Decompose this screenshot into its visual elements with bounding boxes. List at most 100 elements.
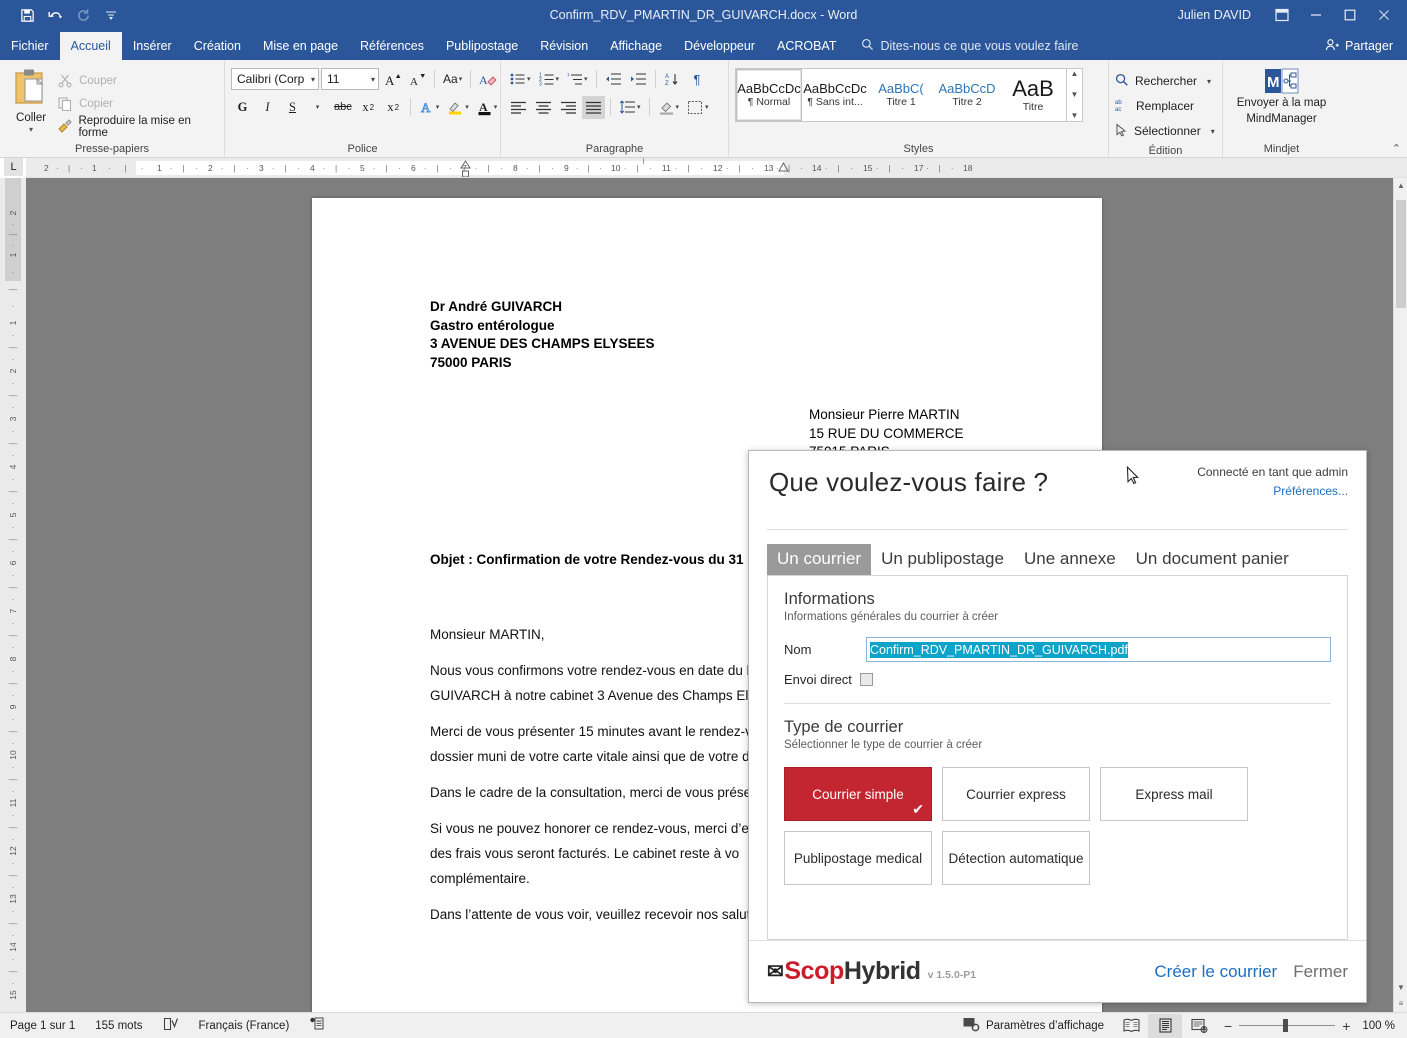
language-indicator[interactable]: Français (France) <box>189 1013 300 1038</box>
borders-icon[interactable]: ▾ <box>684 96 712 119</box>
type-option-express-mail[interactable]: Express mail <box>1100 767 1248 821</box>
text-effects-icon[interactable]: A ▾ <box>416 96 443 119</box>
undo-icon[interactable] <box>42 3 68 27</box>
tab-acrobat[interactable]: ACROBAT <box>766 32 848 60</box>
dialog-tab-un-document-panier[interactable]: Un document panier <box>1126 544 1299 575</box>
font-name-chevron-down-icon[interactable]: ▾ <box>311 75 315 84</box>
dialog-tab-un-publipostage[interactable]: Un publipostage <box>871 544 1014 575</box>
zoom-slider[interactable]: − + <box>1216 1019 1358 1033</box>
paste-button[interactable]: Coller ▾ <box>6 64 56 134</box>
type-option-courrier-express[interactable]: Courrier express <box>942 767 1090 821</box>
more-styles-icon[interactable]: ▼ <box>1071 112 1079 120</box>
align-center-icon[interactable] <box>532 96 555 119</box>
tab-references[interactable]: Références <box>349 32 435 60</box>
style-titre[interactable]: AaB Titre <box>1000 69 1066 121</box>
grow-font-icon[interactable]: A <box>381 68 404 91</box>
change-case-button[interactable]: Aa ▾ <box>440 68 465 91</box>
style-normal[interactable]: AaBbCcDc ¶ Normal <box>736 69 802 121</box>
tab-inserer[interactable]: Insérer <box>122 32 183 60</box>
italic-button[interactable]: I <box>256 96 279 119</box>
print-layout-view-button[interactable] <box>1148 1013 1183 1038</box>
preferences-link[interactable]: Préférences... <box>1197 484 1348 498</box>
numbering-icon[interactable]: 1 2 3 ▾ <box>536 68 563 91</box>
zoom-in-button[interactable]: + <box>1342 1019 1350 1033</box>
ribbon-display-options-icon[interactable] <box>1265 0 1299 30</box>
line-spacing-icon[interactable]: ▾ <box>616 96 644 119</box>
direct-send-checkbox[interactable] <box>859 673 873 686</box>
font-name-combo[interactable]: Calibri (Corp ▾ <box>231 68 319 90</box>
right-indent-marker[interactable] <box>778 162 789 172</box>
display-settings[interactable]: Paramètres d’affichage <box>953 1013 1114 1038</box>
tab-creation[interactable]: Création <box>183 32 252 60</box>
scroll-down-icon[interactable]: ▼ <box>1394 980 1407 996</box>
font-color-icon[interactable]: A ▾ <box>474 96 501 119</box>
replace-button[interactable]: ab ac Remplacer <box>1115 94 1215 118</box>
scroll-up-icon[interactable]: ▲ <box>1394 178 1407 194</box>
shading-icon[interactable]: ▾ <box>655 96 683 119</box>
show-formatting-marks-icon[interactable]: ¶ <box>686 68 709 91</box>
name-input[interactable]: Confirm_RDV_PMARTIN_DR_GUIVARCH.pdf <box>866 637 1331 662</box>
zoom-level-label[interactable]: 100 % <box>1358 1020 1407 1032</box>
zoom-knob[interactable] <box>1283 1019 1289 1032</box>
bold-button[interactable]: G <box>231 96 254 119</box>
macro-recording[interactable] <box>299 1013 334 1038</box>
customize-qat-chevron-down-icon[interactable] <box>98 3 124 27</box>
create-courrier-button[interactable]: Créer le courrier <box>1154 962 1277 982</box>
tab-revision[interactable]: Révision <box>529 32 599 60</box>
find-chevron-down-icon[interactable]: ▾ <box>1207 77 1211 86</box>
type-option-publipostage-medical[interactable]: Publipostage medical <box>784 831 932 885</box>
font-size-chevron-down-icon[interactable]: ▾ <box>371 75 375 84</box>
first-line-indent-marker[interactable] <box>460 160 471 178</box>
justify-icon[interactable] <box>582 95 605 119</box>
account-name[interactable]: Julien DAVID <box>1178 8 1251 22</box>
styles-gallery-scroll[interactable]: ▲ ▼ ▼ <box>1066 69 1082 121</box>
dialog-tab-un-courrier[interactable]: Un courrier <box>767 544 872 575</box>
scroll-down-icon[interactable]: ▼ <box>1071 91 1079 99</box>
tab-stop-marker[interactable] <box>643 158 644 164</box>
underline-button[interactable]: S <box>281 96 304 119</box>
zoom-track[interactable] <box>1239 1019 1336 1032</box>
close-dialog-button[interactable]: Fermer <box>1293 962 1348 982</box>
increase-indent-icon[interactable] <box>627 68 650 91</box>
select-button[interactable]: Sélectionner ▾ <box>1115 119 1215 143</box>
underline-chevron-down-icon[interactable]: ▾ <box>306 96 329 119</box>
align-left-icon[interactable] <box>507 96 530 119</box>
cut-button[interactable]: Couper <box>56 70 218 91</box>
vertical-ruler[interactable]: 2 1 1 2 3 4 5 6 7 8 9 10 11 12 13 14 15 · — · · — · · — · · — · · — · · —… <box>0 178 26 1012</box>
subscript-button[interactable]: x2 <box>357 96 380 119</box>
maximize-button[interactable] <box>1333 0 1367 30</box>
scroll-up-icon[interactable]: ▲ <box>1071 70 1079 78</box>
send-to-mindmanager-button[interactable]: M Envoyer à la map MindManager <box>1229 64 1334 126</box>
decrease-indent-icon[interactable] <box>602 68 625 91</box>
tab-accueil[interactable]: Accueil <box>59 32 122 60</box>
sort-icon[interactable]: AZ <box>661 68 684 91</box>
tab-affichage[interactable]: Affichage <box>599 32 673 60</box>
tab-mise-en-page[interactable]: Mise en page <box>252 32 349 60</box>
find-button[interactable]: Rechercher ▾ <box>1115 69 1215 93</box>
read-mode-view-button[interactable] <box>1114 1014 1148 1038</box>
style-sans-interligne[interactable]: AaBbCcDc ¶ Sans int... <box>802 69 868 121</box>
paste-chevron-down-icon[interactable]: ▾ <box>29 125 33 134</box>
copy-button[interactable]: Copier <box>56 93 218 114</box>
tell-me-search[interactable]: Dites-nous ce que vous voulez faire <box>861 32 1079 60</box>
redo-icon[interactable] <box>70 3 96 27</box>
horizontal-ruler[interactable]: 2 1 1 2 3 4 5 6 7 8 9 10 11 12 13 14 15 17 18 · | · · | · · | · · | · ·… <box>26 158 1407 178</box>
page-indicator[interactable]: Page 1 sur 1 <box>0 1013 85 1038</box>
font-size-combo[interactable]: 11 ▾ <box>321 68 379 90</box>
dialog-tab-une-annexe[interactable]: Une annexe <box>1014 544 1126 575</box>
strikethrough-button[interactable]: abc <box>331 96 355 119</box>
scrollbar-thumb[interactable] <box>1396 200 1406 308</box>
bullets-icon[interactable]: ▾ <box>507 68 534 91</box>
superscript-button[interactable]: x2 <box>382 96 405 119</box>
format-painter-button[interactable]: Reproduire la mise en forme <box>56 115 218 139</box>
style-titre-2[interactable]: AaBbCcD Titre 2 <box>934 69 1000 121</box>
scophybrid-dialog[interactable]: Que voulez-vous faire ? Connecté en tant… <box>748 450 1367 1003</box>
save-icon[interactable] <box>14 3 40 27</box>
word-count[interactable]: 155 mots <box>85 1013 152 1038</box>
web-layout-view-button[interactable] <box>1182 1014 1216 1038</box>
tab-developpeur[interactable]: Développeur <box>673 32 766 60</box>
tab-stop-selector[interactable]: L <box>4 158 23 176</box>
type-option-courrier-simple[interactable]: Courrier simple ✔ <box>784 767 932 821</box>
proofing-status[interactable] <box>153 1013 189 1038</box>
zoom-out-button[interactable]: − <box>1224 1019 1232 1033</box>
